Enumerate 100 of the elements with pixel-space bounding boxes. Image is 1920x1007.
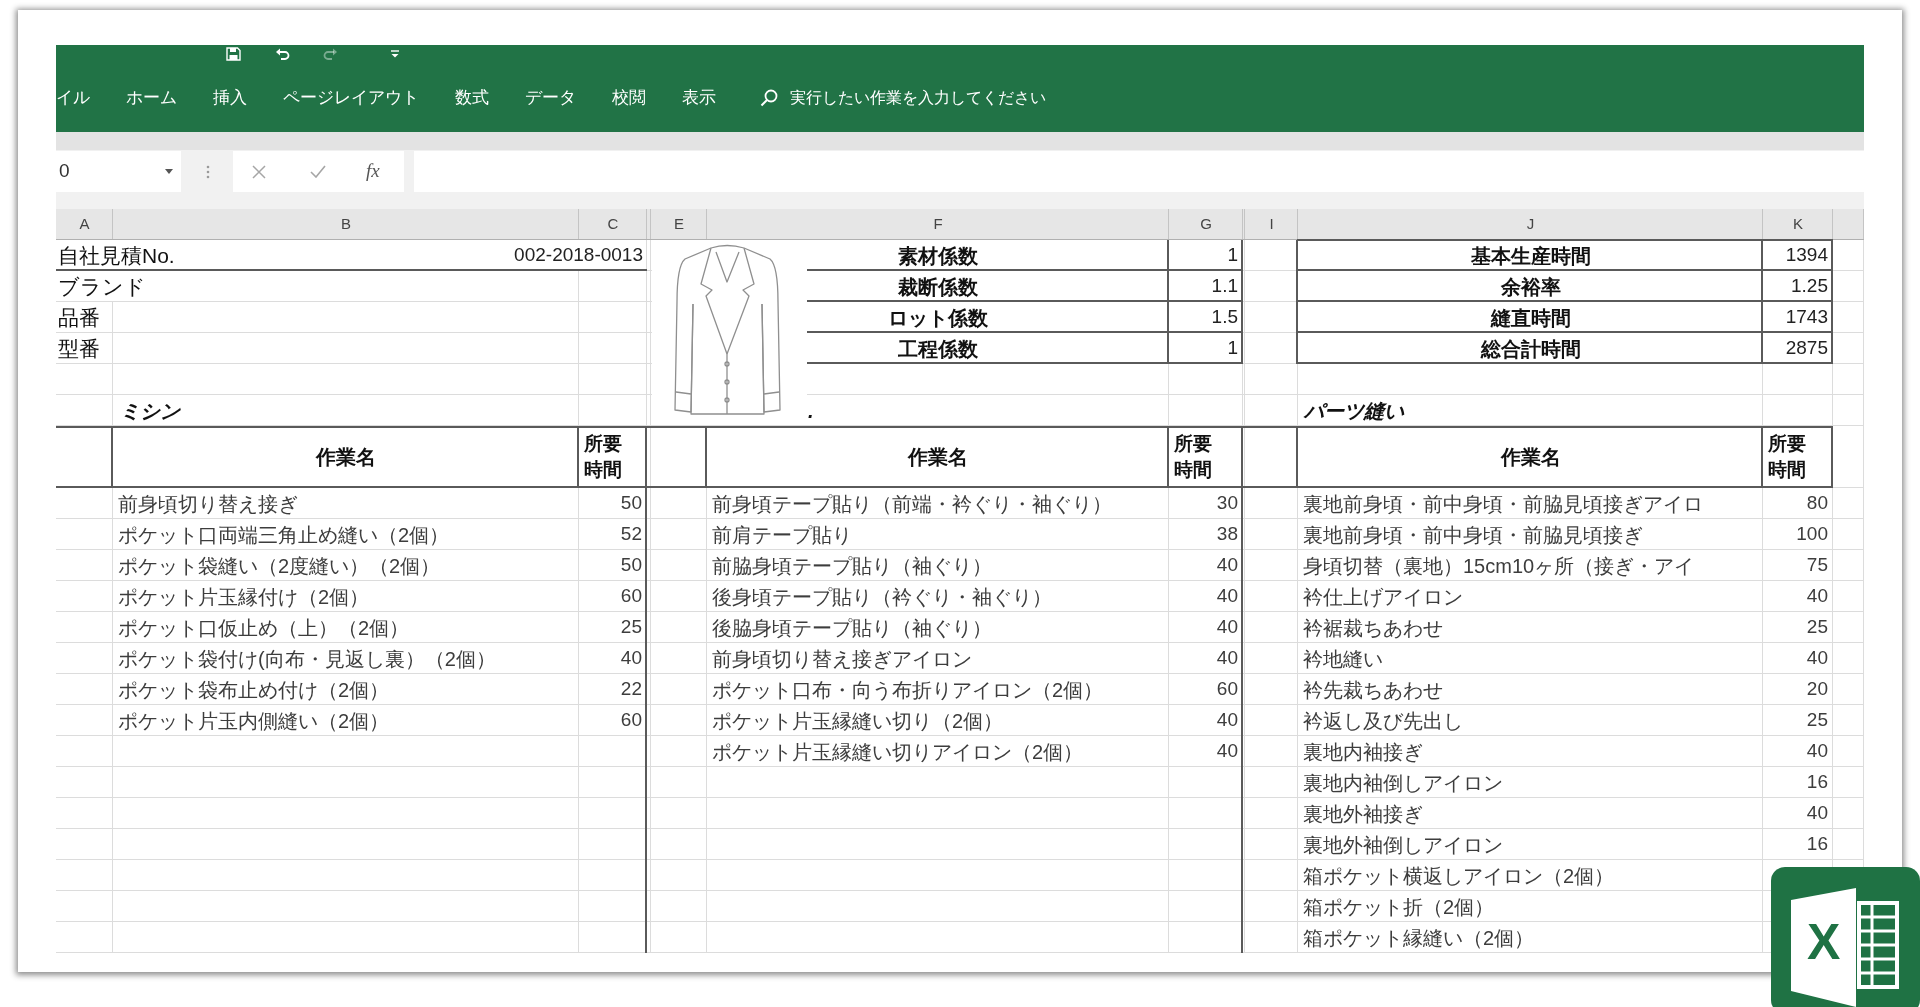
table-cell-text: ポケット口布・向う布折りアイロン（2個） <box>711 677 1105 703</box>
table-cell-text: 前脇身頃テープ貼り（袖ぐり） <box>711 553 993 579</box>
table-cell-text: 22 <box>619 677 643 702</box>
ribbon-tab[interactable]: 表示 <box>664 80 734 115</box>
formula-input[interactable] <box>414 151 1864 192</box>
vertical-dots-icon[interactable] <box>206 165 210 179</box>
section-title: . <box>808 398 814 424</box>
caret-icon[interactable] <box>165 169 173 174</box>
table-cell-text: 30 <box>1215 491 1239 516</box>
row-label: ブランド <box>57 273 146 300</box>
row-label: 型番 <box>57 335 100 362</box>
check-icon[interactable] <box>310 165 326 178</box>
table-cell-text: 60 <box>1215 677 1239 702</box>
ribbon-tab[interactable]: イル <box>56 80 108 115</box>
name-box[interactable]: 0 <box>56 151 181 192</box>
column-heading[interactable]: I <box>1245 209 1298 240</box>
undo-icon[interactable] <box>275 47 290 61</box>
table-cell-text: 前身頃テープ貼り（前端・衿ぐり・袖ぐり） <box>711 491 1113 517</box>
table-header: 所要時間 <box>1174 432 1212 482</box>
table-cell-text: ポケット袋縫い（2度縫い）（2個） <box>117 553 442 579</box>
table-cell-text: 50 <box>619 553 643 578</box>
table-cell-text: 裏地前身頃・前中身頃・前脇見頃接ぎアイロ <box>1302 491 1704 517</box>
section-title: パーツ縫い <box>1304 398 1404 424</box>
table-header: 作業名 <box>314 445 377 470</box>
table-cell-text: 縫直時間 <box>1489 305 1572 331</box>
table-cell-text: 裏地外袖接ぎ <box>1302 801 1424 827</box>
table-cell-text: 基本生産時間 <box>1469 243 1592 269</box>
table-cell-text: 工程係数 <box>897 336 979 362</box>
table-cell-text: 1 <box>1226 336 1239 361</box>
ribbon-tab[interactable]: ページレイアウト <box>265 80 437 115</box>
table-cell-text: 余裕率 <box>1499 274 1562 300</box>
table-cell-text: ロット係数 <box>887 305 989 331</box>
table-cell-text: 裏地外袖倒しアイロン <box>1302 832 1504 858</box>
table-cell-text: 1 <box>1226 243 1239 268</box>
ribbon-tab[interactable]: 校閲 <box>594 80 664 115</box>
table-cell-text: 80 <box>1805 491 1829 516</box>
table-cell-text: 衿仕上げアイロン <box>1302 584 1464 610</box>
table-cell-text: 40 <box>1215 615 1239 640</box>
table-cell-text: 25 <box>1805 615 1829 640</box>
table-cell-text: 40 <box>1805 584 1829 609</box>
row-label: 自社見積No. <box>58 242 175 269</box>
ribbon-tab[interactable]: 挿入 <box>195 80 265 115</box>
logo-letter: X <box>1807 917 1841 967</box>
ribbon-tab[interactable]: 数式 <box>437 80 507 115</box>
ribbon-tab[interactable]: データ <box>507 80 594 115</box>
table-cell-text: 40 <box>619 646 643 671</box>
spreadsheet-page-icon <box>1791 888 1899 1007</box>
table-cell-text: 2875 <box>1784 336 1829 361</box>
table-cell-text: 1.1 <box>1210 274 1239 299</box>
table-cell-text: 16 <box>1805 832 1829 857</box>
column-heading[interactable]: B <box>113 209 579 240</box>
table-cell-text: 40 <box>1805 739 1829 764</box>
table-cell-text: 25 <box>1805 708 1829 733</box>
search-field[interactable]: 実行したい作業を入力してください <box>790 82 1090 113</box>
table-cell-text: 40 <box>1215 739 1239 764</box>
table-cell-text: 40 <box>1215 646 1239 671</box>
table-cell-text: ポケット袋布止め付け（2個） <box>117 677 391 703</box>
caret-icon[interactable] <box>390 50 400 58</box>
column-heading[interactable]: A <box>56 209 113 240</box>
table-cell-text: 箱ポケット横返しアイロン（2個） <box>1302 863 1616 889</box>
table-cell-text: ポケット袋付け(向布・見返し裏）（2個） <box>117 646 497 672</box>
table-cell-text: 衿返し及び先出し <box>1302 708 1464 734</box>
table-cell-text: 裁断係数 <box>897 274 979 300</box>
table-cell-text: 身頃切替（裏地）15cm10ヶ所（接ぎ・アイ <box>1302 553 1696 579</box>
table-cell-text: 1.25 <box>1790 274 1829 299</box>
table-cell-text: 50 <box>619 491 643 516</box>
save-icon[interactable] <box>226 47 241 61</box>
table-cell-text: 前肩テープ貼り <box>711 522 853 548</box>
table-cell-text: ポケット片玉内側縫い（2個） <box>117 708 391 734</box>
table-header: 作業名 <box>1499 445 1562 470</box>
table-cell-text: 100 <box>1795 522 1829 547</box>
ribbon-tab[interactable]: ホーム <box>108 80 195 115</box>
table-cell-text: 素材係数 <box>897 243 979 269</box>
search-icon[interactable] <box>760 88 778 107</box>
column-heading[interactable]: F <box>707 209 1169 240</box>
section-title: ミシン <box>120 398 180 424</box>
column-heading[interactable]: K <box>1763 209 1833 240</box>
table-cell-text: 40 <box>1215 584 1239 609</box>
table-cell-text: 40 <box>1805 646 1829 671</box>
table-cell-text: 衿地縫い <box>1302 646 1384 672</box>
table-cell-text: 1394 <box>1784 243 1829 268</box>
column-heading[interactable]: J <box>1298 209 1763 240</box>
table-cell-text: 箱ポケット折（2個） <box>1302 894 1496 920</box>
table-cell-text: 60 <box>619 584 643 609</box>
table-cell-text: 60 <box>619 708 643 733</box>
table-cell-text: 前身頃切り替え接ぎアイロン <box>711 646 973 672</box>
table-cell-text: 後身頃テープ貼り（衿ぐり・袖ぐり） <box>711 584 1053 610</box>
table-cell-text: 衿先裁ちあわせ <box>1302 677 1444 703</box>
column-heading[interactable]: C <box>579 209 647 240</box>
table-cell-text: 裏地内袖接ぎ <box>1302 739 1424 765</box>
table-cell-text: 1.5 <box>1210 305 1239 330</box>
table-cell-text: 20 <box>1805 677 1829 702</box>
table-cell-text: 40 <box>1215 708 1239 733</box>
table-cell-text: 38 <box>1215 522 1239 547</box>
column-heading[interactable]: E <box>651 209 707 240</box>
insert-function-button[interactable]: fx <box>366 157 380 186</box>
table-cell-text: 25 <box>619 615 643 640</box>
column-heading[interactable]: G <box>1169 209 1243 240</box>
table-cell-text: 16 <box>1805 770 1829 795</box>
table-header: 作業名 <box>906 445 969 470</box>
